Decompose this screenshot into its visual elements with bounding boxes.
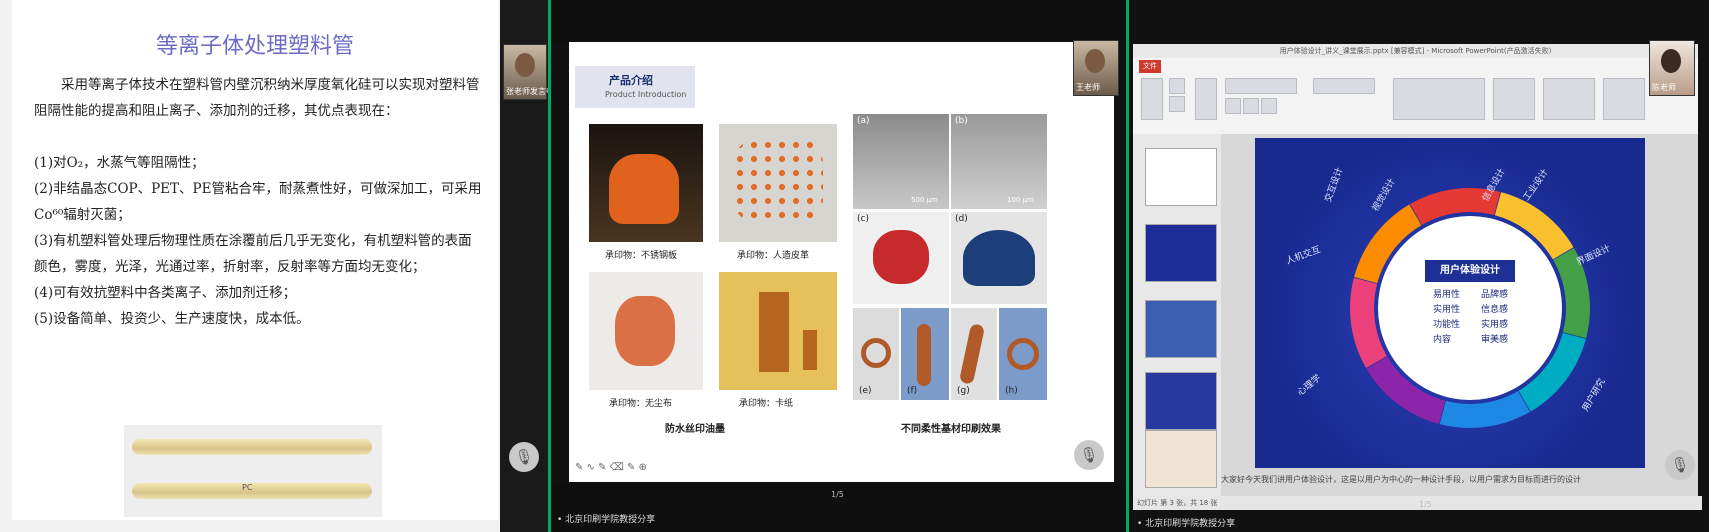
- tag-h: (h): [1005, 386, 1018, 396]
- paragraph-4: (4)可有效抗塑料中各类离子、添加剂迁移；: [34, 285, 297, 301]
- page-indicator: 1/5: [1419, 500, 1432, 509]
- tag-g: (g): [957, 386, 970, 396]
- annotation-toolbar[interactable]: ✎ ∿ ✎ ⌫ ✎ ⊕: [575, 462, 647, 473]
- tube-label: PC: [242, 483, 253, 492]
- participant-video[interactable]: 王老师: [1073, 40, 1119, 96]
- new-slide-button[interactable]: [1195, 78, 1217, 120]
- file-tab[interactable]: 文件: [1139, 60, 1161, 73]
- window-title: 用户体验设计_讲义_课堂展示.pptx [兼容模式] - Microsoft P…: [1133, 44, 1698, 58]
- tag-b: (b): [955, 116, 968, 126]
- paragraph-2: (2)非结晶态COP、PET、PE管粘合牢，耐蒸煮性好，可做深加工，可采用Co⁶…: [34, 181, 482, 223]
- italic-icon[interactable]: [1243, 98, 1259, 114]
- ux-design-slide: 用户体验设计 易用性 实用性 功能性 内容 品牌感 信息感 实用感 审美感 交互…: [1255, 138, 1645, 468]
- slide-body: 采用等离子体技术在塑料管内壁沉积纳米厚度氧化硅可以实现对塑料管阻隔性能的提高和阻…: [34, 72, 484, 332]
- arrange-button[interactable]: [1493, 78, 1535, 120]
- image-artificial-leather: [719, 124, 837, 242]
- participant-name: 陈老师: [1652, 83, 1676, 92]
- caption-card: 承印物：卡纸: [739, 399, 794, 409]
- avatar: [515, 53, 535, 77]
- caption-leather: 承印物：人造皮革: [737, 251, 810, 261]
- product-slide: 产品介绍 Product Introduction 承印物：不锈钢板 承印物：人…: [569, 42, 1114, 482]
- image-cardboard: [719, 272, 837, 390]
- tag-a: (a): [857, 116, 870, 126]
- ring-center-label: 用户体验设计: [1425, 260, 1515, 282]
- shared-screen-panel-1: 等离子体处理塑料管 采用等离子体技术在塑料管内壁沉积纳米厚度氧化硅可以实现对塑料…: [0, 0, 548, 532]
- sem-image-b: [951, 114, 1047, 209]
- video-sidebar: 张老师发言中 🎙: [500, 0, 548, 532]
- slide-thumbnail[interactable]: [1145, 224, 1217, 282]
- slide-title: 等离子体处理塑料管: [155, 34, 354, 59]
- print-image-d: [951, 212, 1047, 304]
- slide-thumbnail[interactable]: [1145, 372, 1217, 430]
- speaker-notes[interactable]: 大家好今天我们讲用户体验设计，这是以用户为中心的一种设计手段，以用户需求为目标而…: [1221, 474, 1698, 485]
- paragraph-5: (5)设备简单、投资少、生产速度快，成本低。: [34, 311, 310, 327]
- avatar: [1085, 49, 1105, 73]
- participant-name: 王老师: [1076, 83, 1100, 92]
- quick-styles-button[interactable]: [1543, 78, 1595, 120]
- tag-e: (e): [859, 386, 872, 396]
- image-stainless-steel: [589, 124, 703, 242]
- plastic-tube-photo: PC: [124, 425, 382, 517]
- tube-top: [132, 439, 372, 455]
- slide-thumbnail[interactable]: [1145, 300, 1217, 358]
- slide-header: 产品介绍 Product Introduction: [575, 66, 695, 108]
- find-replace-button[interactable]: [1603, 78, 1645, 120]
- participant-name: 张老师发言中: [506, 87, 548, 96]
- paste-button[interactable]: [1141, 78, 1163, 120]
- share-status: • 北京印刷学院教授分享: [1137, 519, 1236, 529]
- shapes-gallery[interactable]: [1393, 78, 1485, 120]
- section-label-flexible-substrates: 不同柔性基材印刷效果: [901, 424, 1001, 435]
- microphone-icon[interactable]: 🎙: [1665, 450, 1695, 480]
- participant-video[interactable]: 陈老师: [1649, 40, 1695, 96]
- paragraph-3: (3)有机塑料管处理后物理性质在涂覆前后几乎无变化，有机塑料管的表面颜色，雾度，…: [34, 233, 472, 275]
- ring-right-list: 品牌感 信息感 实用感 审美感: [1481, 290, 1509, 345]
- shared-screen-panel-2: 产品介绍 Product Introduction 承印物：不锈钢板 承印物：人…: [548, 0, 1129, 532]
- page-indicator: 1/5: [831, 490, 844, 499]
- powerpoint-status-bar: 幻灯片 第 3 张，共 18 张: [1133, 496, 1702, 510]
- tag-d: (d): [955, 214, 968, 224]
- paragraph-controls[interactable]: [1313, 78, 1375, 94]
- slide-thumbnail[interactable]: [1145, 148, 1217, 206]
- microphone-icon[interactable]: 🎙: [509, 442, 539, 472]
- document-slide: 等离子体处理塑料管 采用等离子体技术在塑料管内壁沉积纳米厚度氧化硅可以实现对塑料…: [12, 0, 498, 520]
- underline-icon[interactable]: [1261, 98, 1277, 114]
- image-dustfree-cloth: [589, 272, 703, 390]
- ring-left-list: 易用性 实用性 功能性 内容: [1433, 290, 1461, 345]
- bold-icon[interactable]: [1225, 98, 1241, 114]
- font-name-select[interactable]: [1225, 78, 1297, 94]
- tag-c: (c): [857, 214, 869, 224]
- slide-thumbnail[interactable]: [1145, 430, 1217, 488]
- print-image-c: [853, 212, 949, 304]
- share-status: • 北京印刷学院教授分享: [557, 515, 656, 525]
- sem-image-a: [853, 114, 949, 209]
- caption-stainless: 承印物：不锈钢板: [605, 251, 678, 261]
- section-label-waterproof-ink: 防水丝印油墨: [665, 424, 725, 435]
- slide-canvas: 用户体验设计 易用性 实用性 功能性 内容 品牌感 信息感 实用感 审美感 交互…: [1221, 134, 1698, 496]
- powerpoint-ribbon: 用户体验设计_讲义_课堂展示.pptx [兼容模式] - Microsoft P…: [1133, 44, 1698, 135]
- slide-thumbnails: [1133, 134, 1221, 496]
- header-subtitle: Product Introduction: [605, 90, 687, 99]
- copy-icon[interactable]: [1169, 96, 1185, 112]
- cut-icon[interactable]: [1169, 78, 1185, 94]
- microphone-icon[interactable]: 🎙: [1074, 440, 1104, 470]
- header-title: 产品介绍: [609, 74, 653, 87]
- paragraph-1: (1)对O₂，水蒸气等阻隔性；: [34, 155, 205, 171]
- scale-b: 100 μm: [1007, 196, 1034, 204]
- scale-a: 500 μm: [911, 196, 938, 204]
- top-bar: [551, 0, 1129, 42]
- participant-video[interactable]: 张老师发言中: [503, 44, 548, 100]
- tag-f: (f): [907, 386, 918, 396]
- shared-screen-panel-3: 用户体验设计_讲义_课堂展示.pptx [兼容模式] - Microsoft P…: [1126, 0, 1709, 532]
- avatar: [1661, 49, 1681, 73]
- caption-cloth: 承印物：无尘布: [609, 399, 673, 409]
- paragraph-intro: 采用等离子体技术在塑料管内壁沉积纳米厚度氧化硅可以实现对塑料管阻隔性能的提高和阻…: [34, 77, 480, 119]
